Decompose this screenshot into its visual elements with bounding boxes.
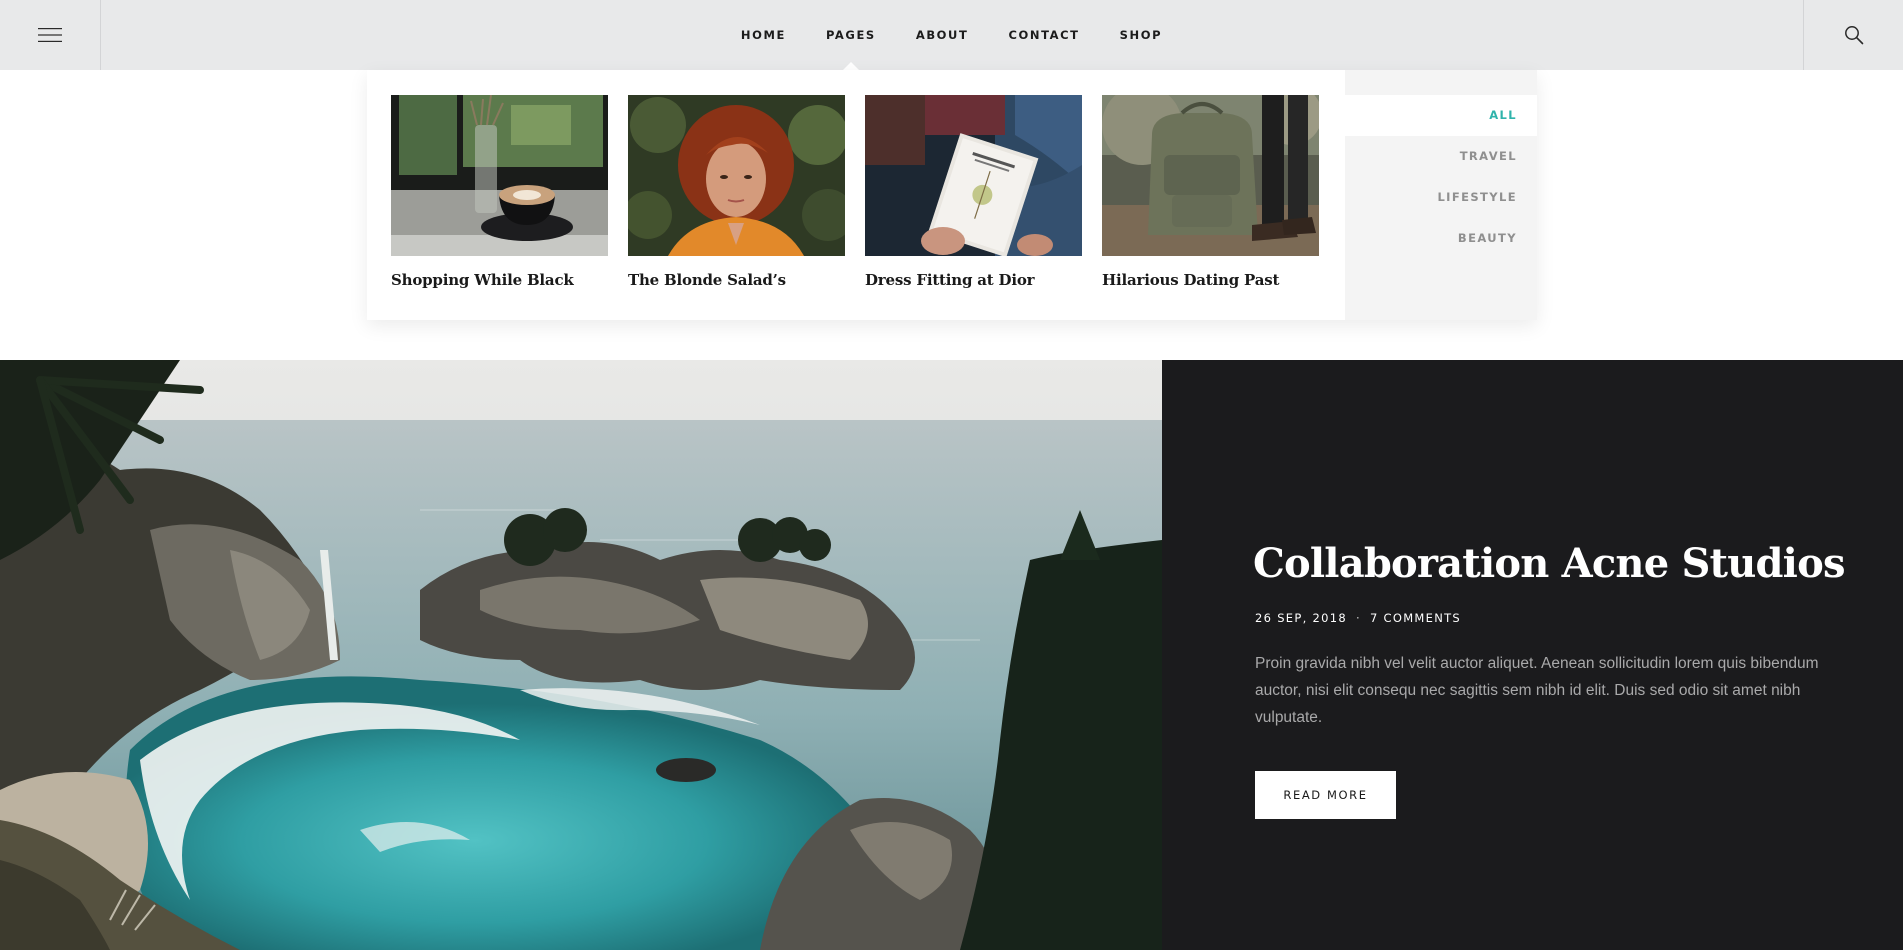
category-beauty[interactable]: BEAUTY [1345,218,1537,259]
hamburger-icon [38,28,62,42]
nav-shop[interactable]: SHOP [1120,0,1163,70]
nav-contact[interactable]: CONTACT [1008,0,1079,70]
hero-image[interactable] [0,360,1162,950]
post-date: 26 SEP, 2018 [1255,611,1347,625]
mega-menu-post[interactable]: The Blonde Salad’s [628,95,845,289]
mega-menu-post-title[interactable]: Hilarious Dating Past [1102,271,1319,289]
mega-menu-post-title[interactable]: Dress Fitting at Dior [865,271,1082,289]
category-lifestyle[interactable]: LIFESTYLE [1345,177,1537,218]
mega-menu-post[interactable]: Shopping While Black [391,95,608,289]
nav-about[interactable]: ABOUT [916,0,969,70]
category-travel[interactable]: TRAVEL [1345,136,1537,177]
search-icon [1844,26,1863,45]
mega-menu-post[interactable]: Hilarious Dating Past [1102,95,1319,289]
featured-post-meta: 26 SEP, 2018 · 7 COMMENTS [1255,611,1461,625]
post-thumbnail-coffee[interactable] [391,95,608,256]
mega-menu-post-title[interactable]: Shopping While Black [391,271,608,289]
search-button[interactable] [1803,0,1903,70]
mega-menu-post[interactable]: Dress Fitting at Dior [865,95,1082,289]
post-thumbnail-book[interactable] [865,95,1082,256]
featured-post-excerpt: Proin gravida nibh vel velit auctor aliq… [1255,655,1819,726]
mega-menu-post-title[interactable]: The Blonde Salad’s [628,271,845,289]
mega-menu-categories: ALL TRAVEL LIFESTYLE BEAUTY [1345,70,1537,320]
nav-home[interactable]: HOME [741,0,786,70]
featured-post-title[interactable]: Collaboration Acne Studios [1253,540,1845,587]
nav-pages[interactable]: PAGES [826,0,876,70]
mega-menu-posts: Shopping While Black The Blonde Salad’s [391,95,1319,289]
coastline-illustration [0,360,1162,950]
meta-separator: · [1355,611,1361,625]
site-header: HOME PAGES ABOUT CONTACT SHOP [0,0,1903,70]
menu-button[interactable] [0,0,101,70]
featured-post-panel: Collaboration Acne Studios 26 SEP, 2018 ·… [1162,360,1903,950]
category-all[interactable]: ALL [1345,95,1537,136]
main-nav: HOME PAGES ABOUT CONTACT SHOP [0,0,1903,70]
pages-mega-menu: Shopping While Black The Blonde Salad’s [367,70,1537,320]
post-thumbnail-backpack[interactable] [1102,95,1319,256]
read-more-button[interactable]: READ MORE [1255,771,1396,819]
post-comments-link[interactable]: 7 COMMENTS [1370,611,1461,625]
post-thumbnail-portrait[interactable] [628,95,845,256]
